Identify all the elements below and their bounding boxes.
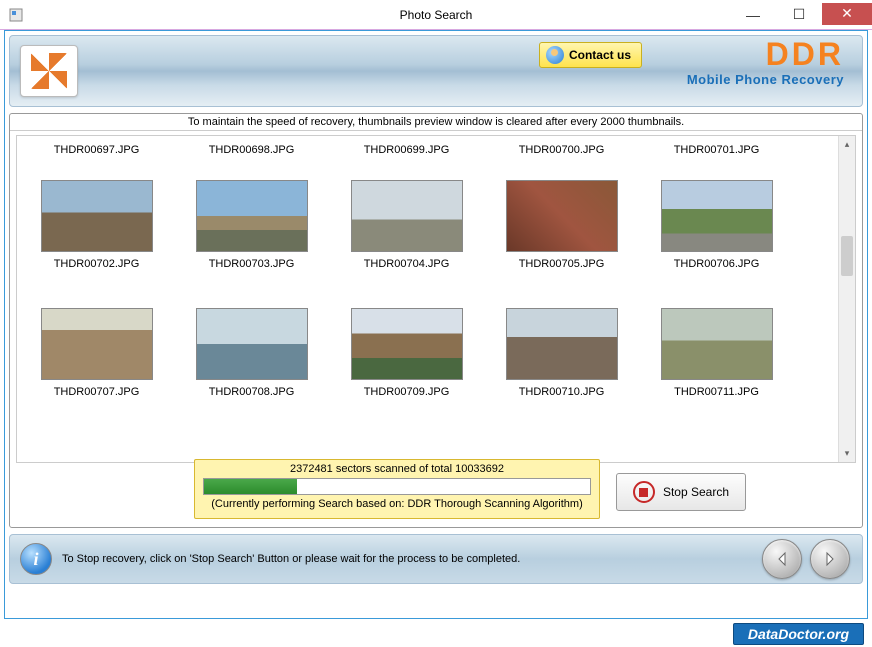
thumbnail-filename: THDR00704.JPG	[329, 256, 484, 272]
stop-icon	[633, 481, 655, 503]
arrow-left-icon	[774, 551, 790, 567]
scrollbar[interactable]: ▴ ▾	[838, 136, 855, 462]
nav-prev-button[interactable]	[762, 539, 802, 579]
thumbnail-item[interactable]: THDR00711.JPG	[639, 286, 794, 400]
close-button[interactable]: ✕	[822, 3, 872, 25]
watermark-badge: DataDoctor.org	[733, 623, 864, 645]
thumbnail-item[interactable]: THDR00707.JPG	[19, 286, 174, 400]
progress-panel: 2372481 sectors scanned of total 1003369…	[194, 459, 600, 519]
thumbnail-filename: THDR00710.JPG	[484, 384, 639, 400]
logo-pattern-icon	[31, 53, 67, 89]
thumbnail-image	[351, 308, 463, 380]
brand-title: DDR	[687, 38, 844, 70]
thumbnail-item[interactable]: THDR00703.JPG	[174, 158, 329, 272]
content-panel: To maintain the speed of recovery, thumb…	[9, 113, 863, 528]
thumbnail-item[interactable]: THDR00704.JPG	[329, 158, 484, 272]
thumbnail-image	[351, 180, 463, 252]
stop-button-label: Stop Search	[663, 485, 729, 499]
thumbnail-item[interactable]: THDR00708.JPG	[174, 286, 329, 400]
footer-bar: i To Stop recovery, click on 'Stop Searc…	[9, 534, 863, 584]
thumbnail-image	[661, 308, 773, 380]
brand-subtitle: Mobile Phone Recovery	[687, 72, 844, 87]
thumbnail-filename: THDR00705.JPG	[484, 256, 639, 272]
maximize-button[interactable]: ☐	[776, 3, 822, 27]
thumbnail-image	[661, 180, 773, 252]
scroll-up-icon[interactable]: ▴	[839, 136, 855, 153]
scroll-down-icon[interactable]: ▾	[839, 445, 855, 462]
titlebar: Photo Search — ☐ ✕	[0, 0, 872, 30]
thumbnail-row: THDR00702.JPG THDR00703.JPG THDR00704.JP…	[19, 158, 853, 272]
thumbnail-image	[506, 180, 618, 252]
thumbnail-filename: THDR00709.JPG	[329, 384, 484, 400]
info-strip: To maintain the speed of recovery, thumb…	[10, 114, 862, 131]
window-body: Contact us DDR Mobile Phone Recovery To …	[4, 30, 868, 619]
progress-sectors-text: 2372481 sectors scanned of total 1003369…	[203, 463, 591, 475]
progress-algorithm-text: (Currently performing Search based on: D…	[203, 498, 591, 510]
thumbnail-image	[196, 308, 308, 380]
info-icon: i	[20, 543, 52, 575]
thumbnail-image	[196, 180, 308, 252]
window-controls: — ☐ ✕	[730, 3, 872, 27]
nav-next-button[interactable]	[810, 539, 850, 579]
thumbnail-grid: THDR00697.JPG THDR00698.JPG THDR00699.JP…	[17, 136, 855, 400]
scroll-thumb[interactable]	[841, 236, 853, 276]
thumbnail-filename: THDR00707.JPG	[19, 384, 174, 400]
progress-bar	[203, 478, 591, 495]
contact-label: Contact us	[569, 48, 631, 62]
minimize-button[interactable]: —	[730, 3, 776, 27]
thumbnail-filename: THDR00699.JPG	[329, 140, 484, 158]
thumbnail-row: THDR00707.JPG THDR00708.JPG THDR00709.JP…	[19, 286, 853, 400]
thumbnail-area: THDR00697.JPG THDR00698.JPG THDR00699.JP…	[16, 135, 856, 463]
thumbnail-item[interactable]: THDR00709.JPG	[329, 286, 484, 400]
app-logo	[20, 45, 78, 97]
header-banner: Contact us DDR Mobile Phone Recovery	[9, 35, 863, 107]
thumbnail-item[interactable]: THDR00702.JPG	[19, 158, 174, 272]
thumbnail-filename: THDR00701.JPG	[639, 140, 794, 158]
thumbnail-item[interactable]: THDR00705.JPG	[484, 158, 639, 272]
thumbnail-filename: THDR00698.JPG	[174, 140, 329, 158]
thumbnail-filename: THDR00706.JPG	[639, 256, 794, 272]
arrow-right-icon	[822, 551, 838, 567]
thumbnail-image	[506, 308, 618, 380]
thumbnail-image	[41, 308, 153, 380]
thumbnail-filename: THDR00711.JPG	[639, 384, 794, 400]
thumbnail-image	[41, 180, 153, 252]
contact-us-button[interactable]: Contact us	[539, 42, 642, 68]
app-icon	[8, 7, 24, 23]
thumbnail-filename: THDR00703.JPG	[174, 256, 329, 272]
contact-icon	[546, 46, 564, 64]
thumbnail-filename: THDR00702.JPG	[19, 256, 174, 272]
thumbnail-item[interactable]: THDR00706.JPG	[639, 158, 794, 272]
thumbnail-filename: THDR00708.JPG	[174, 384, 329, 400]
thumbnail-item[interactable]: THDR00710.JPG	[484, 286, 639, 400]
stop-search-button[interactable]: Stop Search	[616, 473, 746, 511]
thumbnail-filename: THDR00700.JPG	[484, 140, 639, 158]
brand-block: DDR Mobile Phone Recovery	[687, 38, 844, 87]
window-title: Photo Search	[400, 8, 473, 22]
thumbnail-label-row: THDR00697.JPG THDR00698.JPG THDR00699.JP…	[19, 140, 853, 158]
footer-hint: To Stop recovery, click on 'Stop Search'…	[62, 553, 520, 565]
progress-fill	[204, 479, 297, 494]
thumbnail-filename: THDR00697.JPG	[19, 140, 174, 158]
